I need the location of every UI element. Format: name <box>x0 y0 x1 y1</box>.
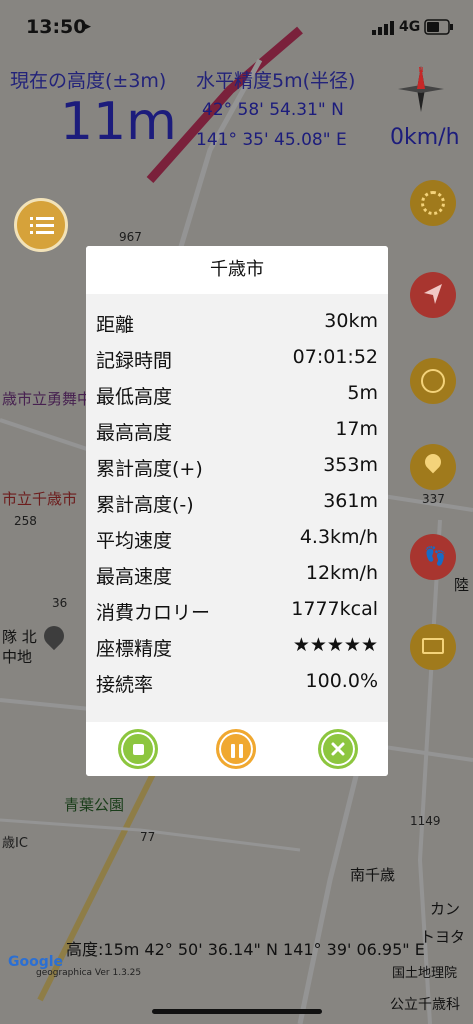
track-stats-dialog: 千歳市 距離 30km 記録時間 07:01:52 最低高度 5m 最高高度 1… <box>86 246 388 776</box>
location-arrow-icon: ➤ <box>80 19 92 35</box>
stop-icon <box>133 744 144 755</box>
star-rating: ★★★★★ <box>292 634 378 656</box>
stat-label: 累計高度(+) <box>96 458 203 480</box>
stat-label: 記録時間 <box>96 350 173 372</box>
map-pin-button[interactable] <box>410 444 456 490</box>
stat-row-connection-rate: 接続率 100.0% <box>96 664 378 698</box>
stat-row-distance: 距離 30km <box>96 304 378 338</box>
stat-row-avg-speed: 平均速度 4.3km/h <box>96 520 378 554</box>
stat-value: 5m <box>347 382 378 404</box>
stat-label: 最低高度 <box>96 386 173 408</box>
stat-row-min-altitude: 最低高度 5m <box>96 376 378 410</box>
crosshair-button[interactable] <box>410 358 456 404</box>
menu-button[interactable] <box>14 198 68 252</box>
battery-icon <box>424 19 454 39</box>
stat-label: 座標精度 <box>96 638 173 660</box>
stat-row-total-descent: 累計高度(-) 361m <box>96 484 378 518</box>
footprints-button[interactable]: 👣 <box>410 534 456 580</box>
compass-icon[interactable]: N <box>394 62 448 120</box>
stat-row-max-altitude: 最高高度 17m <box>96 412 378 446</box>
stat-value: 1777kcal <box>291 598 378 620</box>
stat-value: 361m <box>323 490 378 512</box>
stat-value: 12km/h <box>305 562 378 584</box>
pause-icon <box>230 743 244 762</box>
status-bar: 13:50 ➤ 4G <box>0 0 473 56</box>
stat-row-calories: 消費カロリー 1777kcal <box>96 592 378 626</box>
cursor-coordinates: 高度:15m 42° 50' 36.14" N 141° 39' 06.95" … <box>66 940 425 959</box>
accuracy-label: 水平精度5m(半径) <box>196 70 356 92</box>
longitude-value: 141° 35' 45.08" E <box>196 130 347 150</box>
network-type: 4G <box>399 19 421 35</box>
image-icon <box>422 638 444 654</box>
stat-label: 最高速度 <box>96 566 173 588</box>
pin-icon <box>421 450 445 474</box>
footprints-icon: 👣 <box>424 546 447 567</box>
stat-row-total-ascent: 累計高度(+) 353m <box>96 448 378 482</box>
stat-row-record-time: 記録時間 07:01:52 <box>96 340 378 374</box>
stat-label: 距離 <box>96 314 135 336</box>
stat-label: 最高高度 <box>96 422 173 444</box>
stat-value: 17m <box>335 418 378 440</box>
signal-icon <box>372 20 396 39</box>
gallery-button[interactable] <box>410 624 456 670</box>
stat-value: 4.3km/h <box>299 526 378 548</box>
altitude-value: 11m <box>60 92 177 152</box>
dialog-button-bar <box>86 722 388 776</box>
stat-label: 累計高度(-) <box>96 494 194 516</box>
close-button[interactable] <box>318 729 358 769</box>
map-credit: 国土地理院 <box>392 966 458 981</box>
stat-value: 07:01:52 <box>292 346 378 368</box>
stat-label: 消費カロリー <box>96 602 211 624</box>
dialog-title: 千歳市 <box>86 246 388 294</box>
app-version: geographica Ver 1.3.25 <box>36 968 142 978</box>
stat-label: 平均速度 <box>96 530 173 552</box>
svg-text:N: N <box>418 66 423 74</box>
stat-value: 100.0% <box>305 670 378 692</box>
stat-label: 接続率 <box>96 674 154 696</box>
gps-fix-button[interactable] <box>410 180 456 226</box>
close-icon <box>330 741 346 761</box>
altitude-label: 現在の高度(±3m) <box>10 70 167 92</box>
crosshair-icon <box>421 369 445 393</box>
speed-value: 0km/h <box>390 125 460 150</box>
menu-icon <box>30 215 54 241</box>
stat-row-coordinate-accuracy: 座標精度 ★★★★★ <box>96 628 378 662</box>
sun-icon <box>421 191 445 215</box>
navigate-button[interactable] <box>410 272 456 318</box>
stat-value: 353m <box>323 454 378 476</box>
status-time: 13:50 <box>26 16 87 38</box>
home-indicator[interactable] <box>152 1009 322 1014</box>
stat-row-max-speed: 最高速度 12km/h <box>96 556 378 590</box>
navigation-arrow-icon <box>422 282 444 310</box>
stop-button[interactable] <box>118 729 158 769</box>
latitude-value: 42° 58' 54.31" N <box>202 100 344 120</box>
stat-value: 30km <box>324 310 378 332</box>
pause-button[interactable] <box>216 729 256 769</box>
